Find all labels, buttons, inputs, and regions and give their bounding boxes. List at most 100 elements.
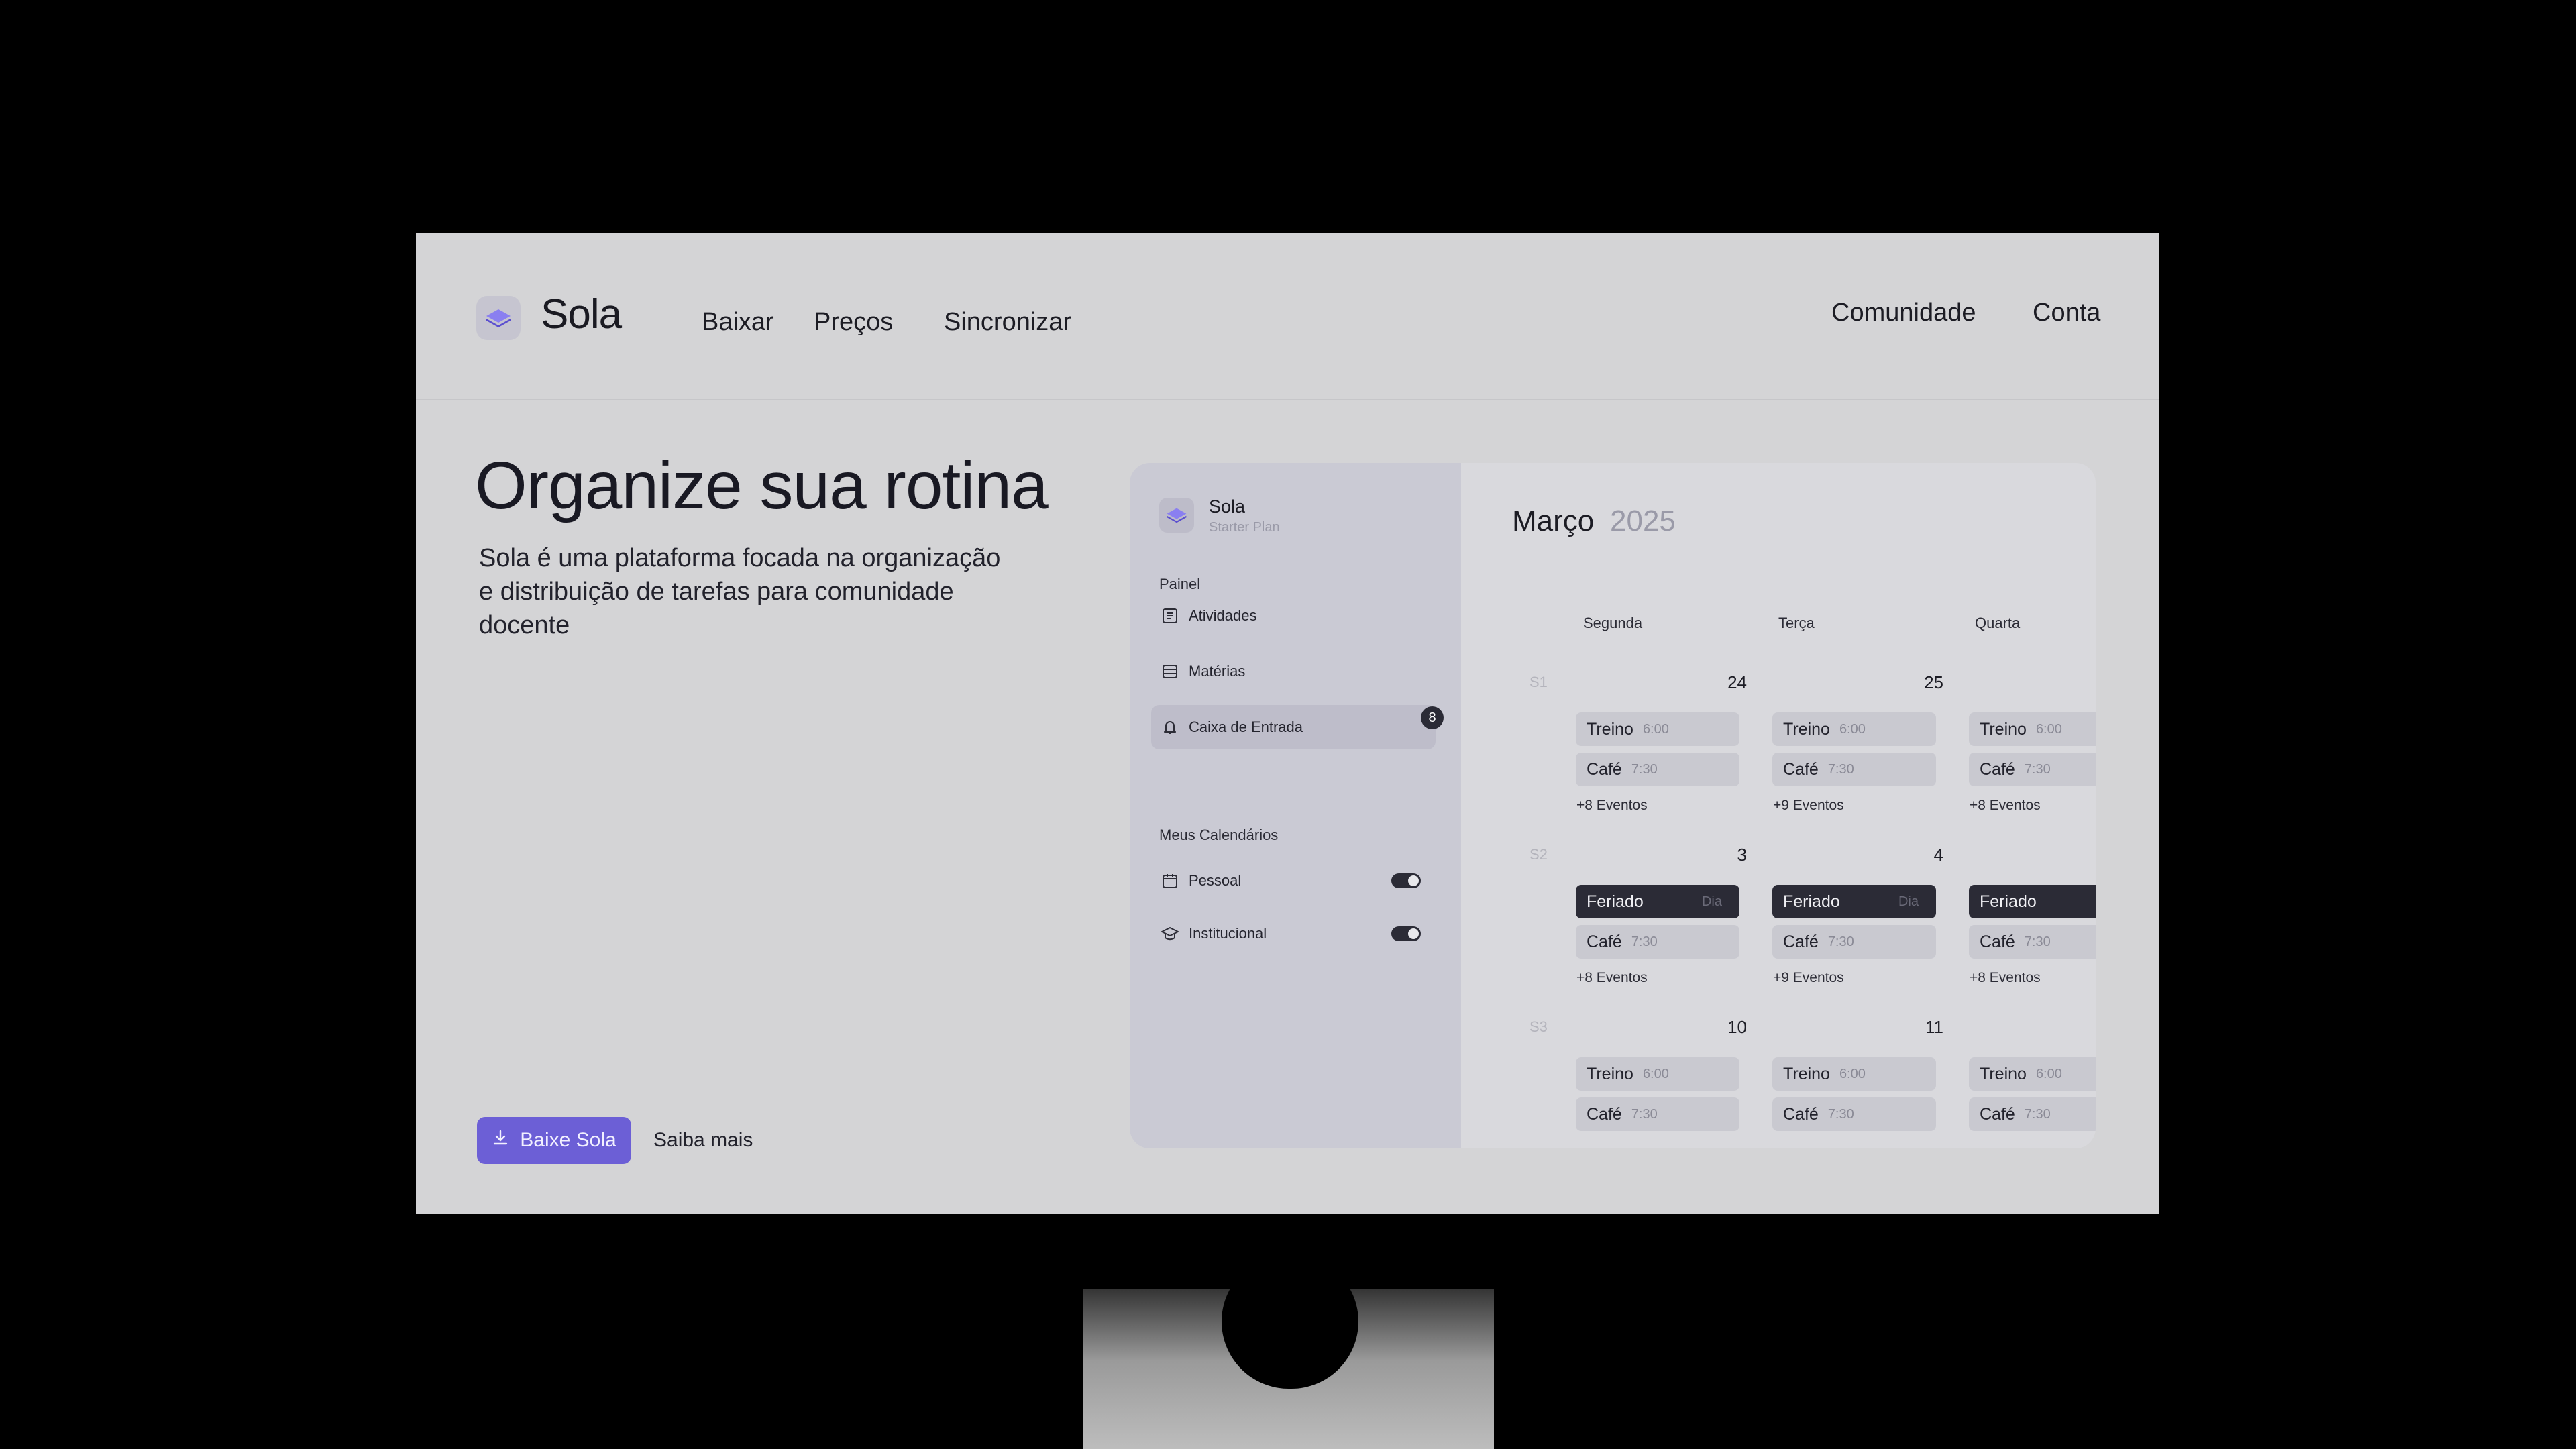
event-chip[interactable]: Café 7:30 (1772, 925, 1936, 959)
event-title: Café (1783, 932, 1819, 951)
app-logo-icon (1159, 498, 1194, 533)
event-title: Treino (1980, 1064, 2027, 1083)
sidebar-item-caixa-de-entrada[interactable]: Caixa de Entrada (1151, 705, 1436, 749)
event-title: Feriado (1587, 892, 1644, 911)
brand-name[interactable]: Sola (541, 290, 622, 338)
app-name: Sola (1209, 496, 1246, 517)
date-number: 3 (1737, 845, 1747, 865)
calendar-year: 2025 (1610, 504, 1676, 537)
nav-comunidade[interactable]: Comunidade (1831, 299, 1976, 327)
event-time: 6:00 (1642, 721, 1669, 737)
event-title: Café (1783, 759, 1819, 779)
more-events-link[interactable]: +8 Eventos (1576, 970, 1648, 986)
toggle-pessoal[interactable] (1391, 873, 1421, 888)
date-number: 25 (1924, 672, 1943, 692)
event-chip[interactable]: Café 7:30 (1576, 753, 1739, 786)
sidebar-item-materias[interactable]: Matérias (1151, 649, 1436, 694)
event-chip[interactable]: Café 7:30 (1969, 925, 2096, 959)
sidebar-item-label: Caixa de Entrada (1189, 718, 1303, 735)
more-events-link[interactable]: +8 Eventos (1576, 798, 1648, 814)
bell-icon (1161, 718, 1179, 737)
date-number: 4 (1933, 845, 1943, 865)
week-label: S3 (1529, 1018, 1548, 1035)
event-time: 6:00 (1839, 721, 1866, 737)
event-title: Feriado (1980, 892, 2037, 911)
nav-precos[interactable]: Preços (814, 308, 893, 337)
event-time: Dia (1701, 894, 1722, 909)
app-sidebar: Sola Starter Plan Painel Atividades Maté… (1130, 463, 1461, 1148)
date-number: 24 (1727, 672, 1747, 692)
event-title: Treino (1587, 1064, 1633, 1083)
event-time: 6:00 (1642, 1066, 1669, 1081)
sidebar-item-label: Atividades (1189, 607, 1257, 624)
sidebar-item-label: Matérias (1189, 663, 1246, 680)
event-time: 7:30 (1827, 1106, 1854, 1122)
monitor-screen: Sola Baixar Preços Sincronizar Comunidad… (416, 233, 2159, 1214)
event-chip[interactable]: Treino 6:00 (1576, 712, 1739, 746)
sidebar-item-atividades[interactable]: Atividades (1151, 594, 1436, 638)
event-title: Treino (1783, 1064, 1830, 1083)
event-chip-holiday[interactable]: Feriado Dia (1576, 885, 1739, 918)
event-title: Café (1587, 1104, 1622, 1124)
hero-description: Sola é uma plataforma focada na organiza… (479, 544, 1001, 639)
panel-section-label: Painel (1159, 576, 1201, 592)
event-chip-holiday[interactable]: Feriado Dia (1772, 885, 1936, 918)
event-time: 7:30 (1827, 761, 1854, 777)
logo-icon[interactable] (476, 296, 521, 340)
event-title: Café (1980, 1104, 2015, 1124)
event-chip[interactable]: Treino 6:00 (1772, 712, 1936, 746)
event-time: 6:00 (1839, 1066, 1866, 1081)
calendar-month: Março (1512, 504, 1595, 537)
day-header-segunda: Segunda (1583, 614, 1643, 631)
calendars-section-label: Meus Calendários (1159, 826, 1279, 843)
more-events-link[interactable]: +8 Eventos (1970, 970, 2041, 986)
inbox-count-badge: 8 (1421, 706, 1444, 729)
more-events-link[interactable]: +9 Eventos (1773, 970, 1844, 986)
event-chip[interactable]: Treino 6:00 (1576, 1057, 1739, 1091)
day-header-terca: Terça (1778, 614, 1815, 631)
event-time: 6:00 (2035, 1066, 2062, 1081)
event-time: 7:30 (1631, 1106, 1658, 1122)
week-label: S1 (1529, 674, 1548, 690)
nav-conta[interactable]: Conta (2033, 299, 2100, 327)
event-chip[interactable]: Treino 6:00 (1969, 712, 2096, 746)
event-chip-holiday[interactable]: Feriado (1969, 885, 2096, 918)
event-title: Treino (1783, 719, 1830, 739)
day-header-quarta: Quarta (1975, 614, 2021, 631)
toggle-institucional[interactable] (1391, 926, 1421, 941)
nav-baixar[interactable]: Baixar (702, 308, 774, 337)
event-time: 7:30 (2024, 934, 2051, 949)
event-time: 6:00 (2035, 721, 2062, 737)
table-icon (1161, 662, 1179, 681)
nav-sincronizar[interactable]: Sincronizar (944, 308, 1071, 337)
site-header: Sola Baixar Preços Sincronizar Comunidad… (416, 233, 2159, 400)
event-time: 7:30 (2024, 761, 2051, 777)
event-chip[interactable]: Treino 6:00 (1772, 1057, 1936, 1091)
event-chip[interactable]: Café 7:30 (1772, 753, 1936, 786)
event-chip[interactable]: Treino 6:00 (1969, 1057, 2096, 1091)
event-time: 7:30 (1827, 934, 1854, 949)
event-time: 7:30 (1631, 761, 1658, 777)
event-chip[interactable]: Café 7:30 (1576, 1097, 1739, 1131)
calendar-icon (1161, 871, 1179, 890)
app-plan: Starter Plan (1209, 520, 1280, 535)
event-chip[interactable]: Café 7:30 (1772, 1097, 1936, 1131)
download-button[interactable]: Baixe Sola (477, 1117, 631, 1164)
date-number: 11 (1925, 1017, 1943, 1037)
event-title: Café (1587, 932, 1622, 951)
event-chip[interactable]: Café 7:30 (1576, 925, 1739, 959)
monitor-stand-hole (1222, 1254, 1358, 1389)
event-time: Dia (1898, 894, 1919, 909)
learn-more-link[interactable]: Saiba mais (653, 1129, 753, 1152)
app-preview: Sola Starter Plan Painel Atividades Maté… (1130, 463, 2096, 1148)
calendar-item-label: Pessoal (1189, 872, 1242, 889)
event-chip[interactable]: Café 7:30 (1969, 1097, 2096, 1131)
more-events-link[interactable]: +8 Eventos (1970, 798, 2041, 814)
document-list-icon (1161, 606, 1179, 625)
week-label: S2 (1529, 846, 1548, 863)
more-events-link[interactable]: +9 Eventos (1773, 798, 1844, 814)
event-chip[interactable]: Café 7:30 (1969, 753, 2096, 786)
event-title: Café (1587, 759, 1622, 779)
event-time: 7:30 (2024, 1106, 2051, 1122)
date-number: 10 (1727, 1017, 1747, 1037)
